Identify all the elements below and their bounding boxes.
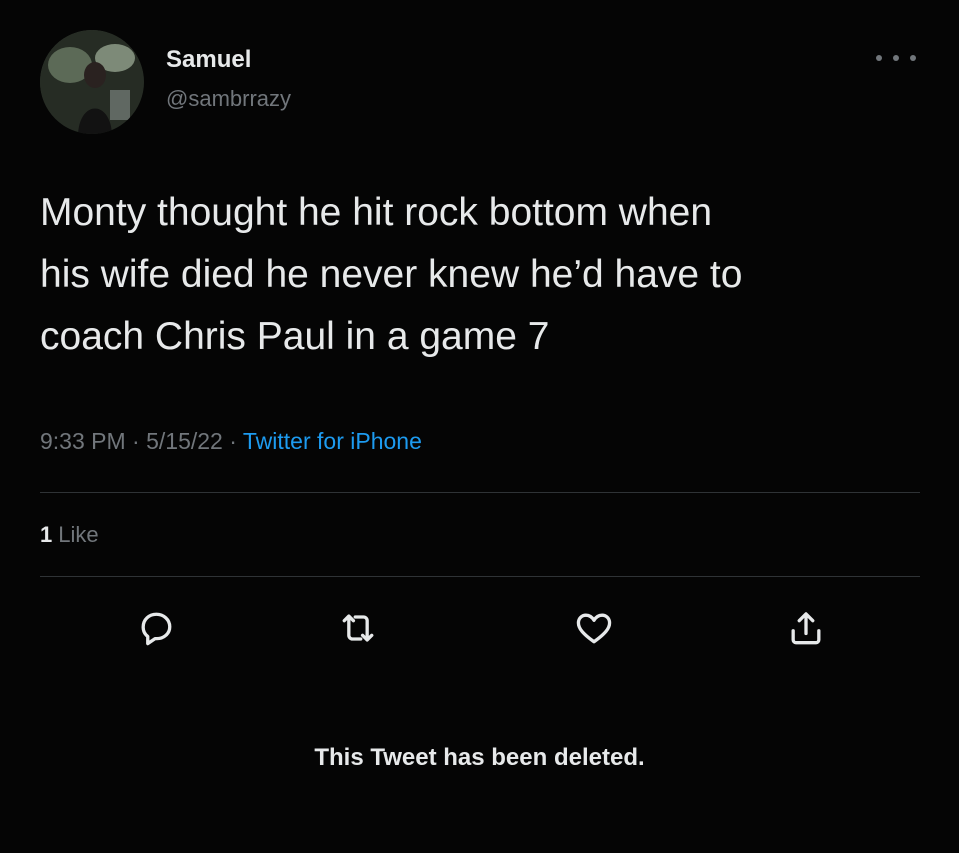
like-button[interactable] [566,600,622,656]
tweet-source-link[interactable]: Twitter for iPhone [243,428,422,454]
share-icon [791,612,821,645]
divider [40,576,920,577]
like-label: Like [58,522,99,547]
meta-separator: · [222,428,243,454]
meta-separator: · [125,428,147,454]
more-dot [893,55,899,61]
deleted-notice: This Tweet has been deleted. [314,744,645,771]
likes-stat[interactable]: 1 Like [40,522,99,548]
divider [40,492,920,493]
share-button[interactable] [778,600,834,656]
tweet-meta: 9:33 PM · 5/15/22 · Twitter for iPhone [40,428,422,455]
display-name[interactable]: Samuel [166,46,251,74]
tweet-card: Samuel @sambrrazy Monty thought he hit r… [0,0,959,853]
avatar-image [40,30,144,134]
more-dot [876,55,882,61]
retweet-button[interactable] [330,600,386,656]
action-bar [0,600,959,656]
more-options-icon[interactable] [876,48,916,68]
tweet-time[interactable]: 9:33 PM [40,428,126,454]
heart-icon [576,613,612,644]
reply-icon [141,612,172,646]
like-count: 1 [40,522,53,547]
avatar[interactable] [40,30,144,134]
tweet-text: Monty thought he hit rock bottom when hi… [40,191,743,358]
retweet-icon [342,614,374,642]
more-dot [910,55,916,61]
reply-button[interactable] [128,600,184,656]
tweet-date[interactable]: 5/15/22 [146,428,223,454]
user-handle[interactable]: @sambrrazy [166,86,291,112]
